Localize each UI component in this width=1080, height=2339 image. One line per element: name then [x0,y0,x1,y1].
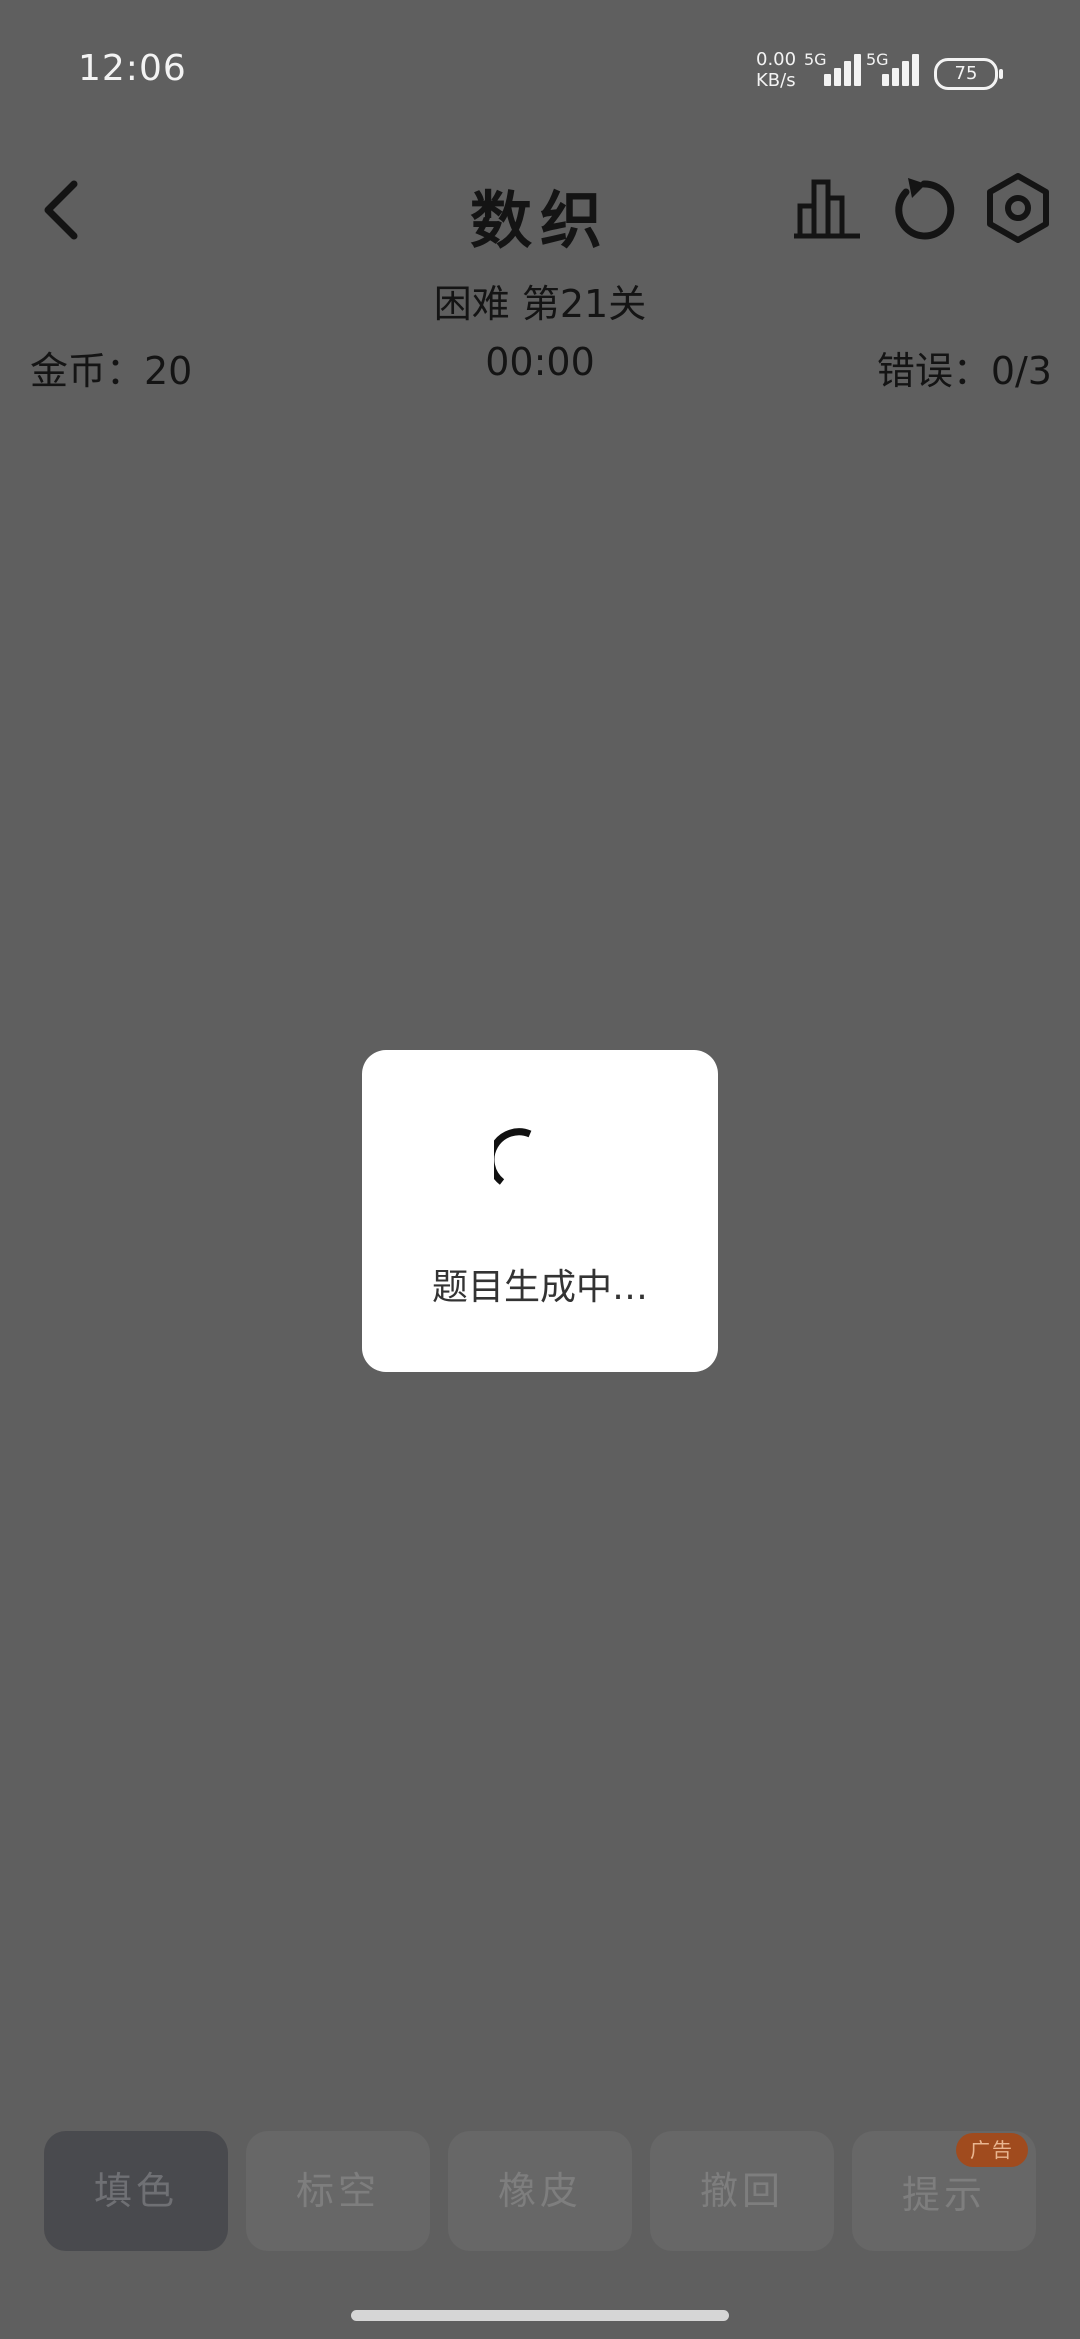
fill-tool-button[interactable]: 填色 [44,2131,228,2251]
signal-label: 5G [804,50,827,69]
battery-icon: 75 [934,58,1003,90]
signal-label: 5G [866,50,889,69]
stats-button[interactable] [790,170,866,246]
eraser-tool-button[interactable]: 橡皮 [448,2131,632,2251]
ad-badge: 广告 [956,2133,1028,2167]
signal-icon: 5G [866,50,926,90]
hint-label: 提示 [901,2173,986,2217]
gear-icon [987,173,1049,243]
undo-button[interactable]: 撤回 [650,2131,834,2251]
network-speed-unit: KB/s [756,70,796,91]
top-bar: 数织 [0,150,1080,270]
home-indicator[interactable] [351,2310,729,2321]
status-bar: 12:06 0.00 KB/s 5G 5G 75 [0,0,1080,120]
loading-text: 题目生成中… [431,1267,648,1308]
level-label: 困难 第21关 [433,282,647,326]
signal-icon: 5G [804,50,864,90]
refresh-icon [895,178,955,240]
loading-spinner-icon [494,1128,532,1185]
mark-empty-tool-button[interactable]: 标空 [246,2131,430,2251]
tool-bar: 填色 标空 橡皮 撤回 提示 广告 [44,2131,1036,2251]
settings-button[interactable] [980,170,1056,246]
status-time: 12:06 [78,48,187,89]
restart-button[interactable] [886,170,962,246]
network-speed: 0.00 KB/s [756,49,796,91]
hint-button[interactable]: 提示 广告 [852,2131,1036,2251]
loading-dialog: 题目生成中… [362,1050,718,1372]
bar-chart-icon [794,179,860,239]
errors-label: 错误：0/3 [876,349,1052,393]
network-speed-value: 0.00 [756,49,797,70]
